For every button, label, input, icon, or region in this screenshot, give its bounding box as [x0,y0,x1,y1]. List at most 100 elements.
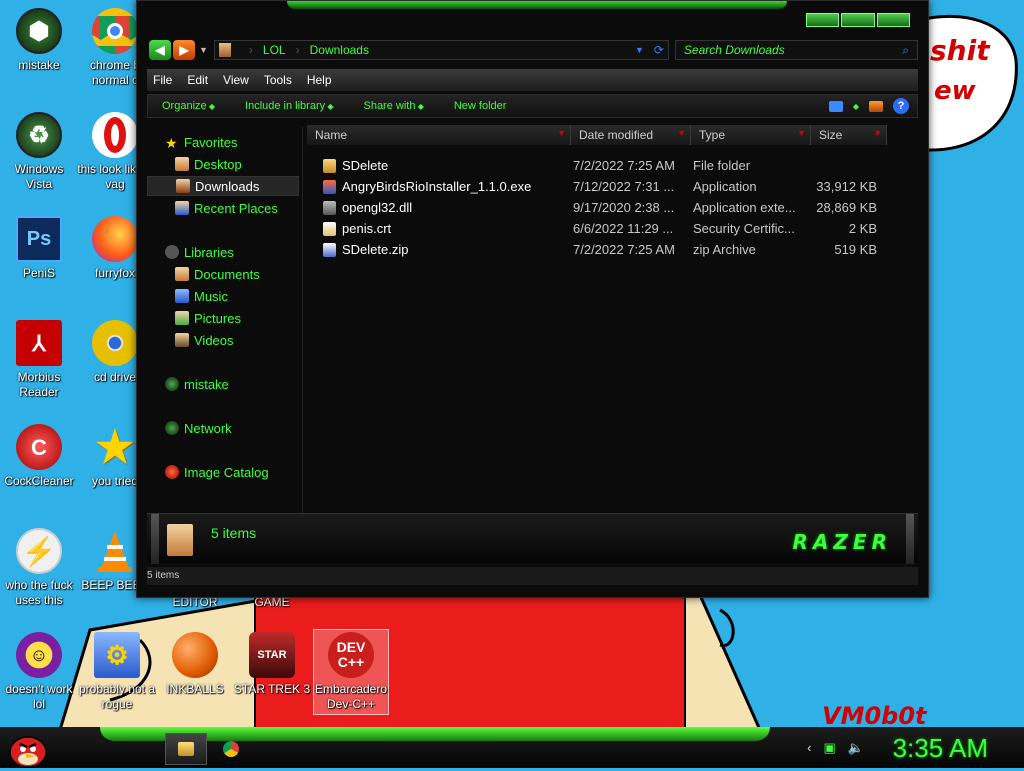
new-folder-button[interactable]: New folder [454,100,507,112]
table-row[interactable]: AngryBirdsRioInstaller_1.1.0.exe 7/12/20… [307,176,898,197]
nav-videos[interactable]: Videos [147,330,299,350]
cd-icon [92,320,138,366]
nav-music[interactable]: Music [147,286,299,306]
desktop-icon-probably-not-a-rogue[interactable]: ⚙ probably not a rogue [78,632,156,712]
chevron-down-icon[interactable]: ▼ [677,128,686,138]
chevron-down-icon[interactable]: ▼ [873,128,882,138]
search-input[interactable]: Search Downloads ⌕ [674,40,918,60]
chevron-down-icon[interactable]: ▼ [797,128,806,138]
table-row[interactable]: SDelete.zip 7/2/2022 7:25 AM zip Archive… [307,239,898,260]
desktop-icon-cockcleaner[interactable]: C CockCleaner [0,424,78,489]
column-type[interactable]: Type ▼ [691,125,811,145]
opera-icon [92,112,138,158]
show-hidden-icons-icon[interactable]: ‹ [807,740,811,756]
vlc-icon [92,528,138,574]
table-row[interactable]: SDelete 7/2/2022 7:25 AM File folder [307,155,898,176]
maximize-button[interactable] [841,13,875,27]
razer-orb-icon: ⬢ [16,8,62,54]
nav-downloads[interactable]: Downloads [147,176,299,196]
desktop-icon-star-trek-3[interactable]: STAR STAR TREK 3 [233,632,311,697]
desktop-icon [175,157,189,171]
taskbar-explorer-button[interactable] [165,733,207,765]
recent-places-icon [175,201,189,215]
search-icon[interactable]: ⌕ [902,43,909,58]
volume-icon[interactable]: 🔈 [848,740,864,756]
organize-button[interactable]: Organize [162,100,215,112]
help-icon[interactable]: ? [893,98,909,114]
image-catalog-icon [165,465,179,479]
back-button[interactable]: ◀ [149,40,171,60]
preview-pane-icon[interactable] [869,100,883,112]
taskbar [0,727,1024,768]
desktop-icon-morbius-reader[interactable]: ⅄ Morbius Reader [0,320,78,400]
menu-view[interactable]: View [223,73,249,87]
desktop-icon-mistake[interactable]: ⬢ mistake [0,8,78,73]
share-with-button[interactable]: Share with [363,100,423,112]
table-row[interactable]: penis.crt 6/6/2022 11:29 ... Security Ce… [307,218,898,239]
address-dropdown-icon[interactable]: ▼ [635,45,644,55]
breadcrumb-downloads[interactable]: Downloads [310,43,369,57]
star-icon: ★ [165,135,178,151]
file-list: SDelete 7/2/2022 7:25 AM File folder Ang… [307,155,898,260]
ccleaner-icon: C [16,424,62,470]
nav-documents[interactable]: Documents [147,264,299,284]
recent-pages-dropdown[interactable]: ▼ [199,45,208,55]
desktop-icon-windows-vista[interactable]: ♻ Windows Vista [0,112,78,192]
view-dropdown-icon[interactable]: ◆ [853,102,859,111]
column-headers: Name ▼ Date modified ▼ Type ▼ Size ▼ [307,125,898,145]
menu-edit[interactable]: Edit [187,73,208,87]
flash-icon: ⚡ [16,528,62,574]
column-size[interactable]: Size ▼ [811,125,887,145]
nav-desktop[interactable]: Desktop [147,154,299,174]
desktop-icon-inkballs[interactable]: INKBALLS [156,632,234,697]
menu-bar: File Edit View Tools Help [147,69,918,91]
dll-icon [323,200,336,215]
breadcrumb-lol[interactable]: LOL [263,43,286,57]
details-right-edge [906,514,914,564]
nav-favorites[interactable]: ★ Favorites [147,132,299,152]
desktop-icon-flash[interactable]: ⚡ who the fuck uses this [0,528,78,608]
chevron-down-icon[interactable]: ▼ [557,128,566,138]
nav-image-catalog[interactable]: Image Catalog [147,462,299,482]
command-bar: Organize Include in library Share with N… [147,94,918,118]
refresh-icon[interactable]: ⟳ [654,43,664,57]
razer-logo: RAZER [792,530,892,554]
menu-tools[interactable]: Tools [264,73,292,87]
change-view-icon[interactable] [828,100,843,112]
desktop-icon-penis-photoshop[interactable]: Ps PeniS [0,216,78,281]
column-name[interactable]: Name ▼ [307,125,571,145]
table-row[interactable]: opengl32.dll 9/17/2020 2:38 ... Applicat… [307,197,898,218]
nav-pictures[interactable]: Pictures [147,308,299,328]
taskbar-clock[interactable]: 3:35 AM [893,733,988,764]
window-controls [806,13,910,27]
forward-button[interactable]: ▶ [173,40,195,60]
arrow-left-icon: ◀ [155,43,165,57]
start-button[interactable] [6,730,50,768]
nav-libraries[interactable]: Libraries [147,242,299,262]
desktop-icon-yahoo-messenger[interactable]: ☺ doesn't work lol [0,632,78,712]
pictures-icon [175,311,189,325]
address-bar[interactable]: › LOL › Downloads ▼ ⟳ [213,40,669,60]
include-in-library-button[interactable]: Include in library [245,100,333,112]
nav-homegroup[interactable]: mistake [147,374,299,394]
close-button[interactable] [876,13,910,27]
zip-icon [323,242,336,257]
menu-file[interactable]: File [153,73,172,87]
address-row: ◀ ▶ ▼ › LOL › Downloads ▼ ⟳ Search Downl… [149,39,918,61]
minimize-button[interactable] [806,13,840,27]
window-top-glow [287,1,787,9]
menu-help[interactable]: Help [307,73,332,87]
column-date-modified[interactable]: Date modified ▼ [571,125,691,145]
explorer-window[interactable]: ◀ ▶ ▼ › LOL › Downloads ▼ ⟳ Search Downl… [136,0,929,598]
desktop-icon-dev-cpp[interactable]: DEV C++ Embarcadero Dev-C++ [312,632,390,712]
arrow-right-icon: ▶ [179,43,189,57]
nav-network[interactable]: Network [147,418,299,438]
yahoo-messenger-icon: ☺ [16,632,62,678]
folder-icon [323,158,336,173]
taskbar-chrome-button[interactable] [210,733,252,765]
homegroup-icon [165,377,179,391]
network-icon [165,421,179,435]
nav-recent-places[interactable]: Recent Places [147,198,299,218]
item-count: 5 items [211,525,257,541]
network-status-icon[interactable]: ▣ [824,740,836,756]
